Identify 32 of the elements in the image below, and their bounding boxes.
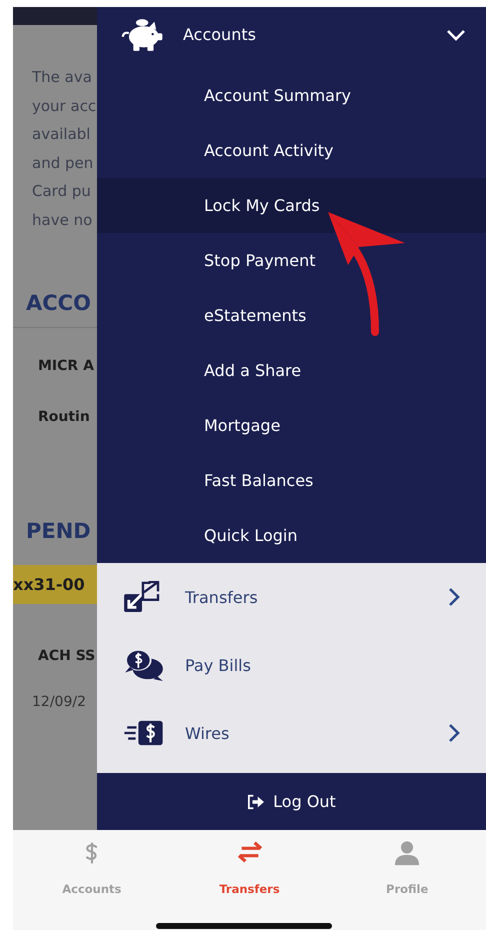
log-out-button[interactable]: Log Out — [97, 773, 486, 830]
menu-item[interactable]: Wires — [97, 699, 486, 767]
menu-item[interactable]: Mortgage — [97, 398, 486, 453]
chat-bubbles-icon — [123, 648, 165, 682]
menu-item[interactable]: Add a Share — [97, 343, 486, 398]
menu-item[interactable]: Transfers — [97, 563, 486, 631]
log-out-icon — [247, 794, 266, 810]
person-icon — [394, 840, 420, 866]
menu-item[interactable]: eStatements — [97, 288, 486, 343]
tab[interactable]: Transfers — [170, 840, 328, 896]
chevron-down-icon — [446, 28, 466, 40]
menu-item[interactable]: Quick Login — [97, 508, 486, 563]
account-banner: xx31-00 — [13, 564, 97, 604]
piggy-bank-icon — [121, 16, 165, 52]
menu-item[interactable]: Pay Bills — [97, 631, 486, 699]
accounts-menu-header[interactable]: Accounts — [97, 7, 486, 62]
date-text: 12/09/2 — [32, 694, 87, 710]
menu-item[interactable]: Stop Payment — [97, 233, 486, 288]
menu-item[interactable]: Lock My Cards — [97, 178, 486, 233]
menu-item[interactable]: Fast Balances — [97, 453, 486, 508]
field-label: Routin — [38, 408, 91, 425]
paragraph-text: The ava your acc availabl and pen Card pu have no — [32, 67, 97, 231]
chevron-right-icon — [448, 587, 460, 607]
field-label: ACH SS — [38, 648, 96, 664]
transfer-arrows-icon — [123, 581, 161, 613]
menu-item[interactable]: Account Summary — [97, 68, 486, 123]
dollar-speed-icon — [123, 719, 165, 747]
field-label: MICR A — [38, 358, 95, 374]
chevron-right-icon — [448, 723, 460, 743]
dollar-icon — [84, 840, 100, 866]
menu-item[interactable]: Account Activity — [97, 123, 486, 178]
section-heading: PEND — [26, 518, 92, 543]
